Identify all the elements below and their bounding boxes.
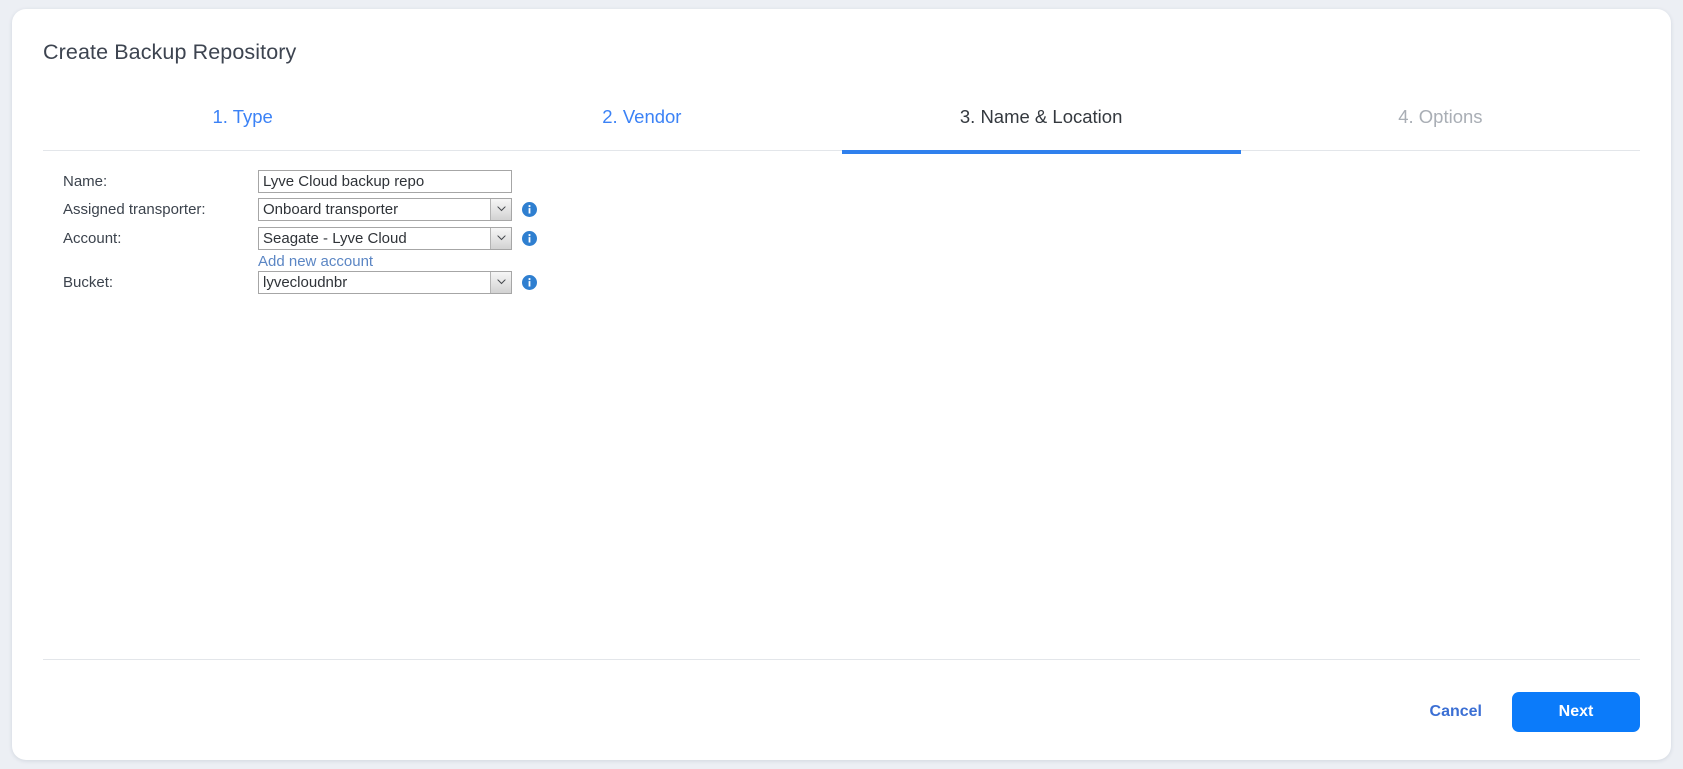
cancel-button[interactable]: Cancel — [1426, 697, 1486, 727]
assigned-transporter-label: Assigned transporter: — [63, 200, 206, 218]
dialog-footer: Cancel Next — [1426, 692, 1640, 732]
tab-options-label: 4. Options — [1398, 106, 1483, 127]
tab-type[interactable]: 1. Type — [43, 97, 442, 150]
name-control — [258, 169, 512, 193]
wizard-step-tabs: 1. Type 2. Vendor 3. Name & Location 4. … — [43, 97, 1640, 154]
next-button[interactable]: Next — [1512, 692, 1640, 732]
chevron-down-icon[interactable] — [490, 198, 511, 220]
info-icon[interactable] — [522, 274, 537, 290]
tab-vendor-label: 2. Vendor — [602, 106, 682, 127]
name-label: Name: — [63, 172, 108, 190]
tab-type-label: 1. Type — [212, 106, 273, 127]
tab-name-and-location[interactable]: 3. Name & Location — [841, 97, 1242, 154]
bucket-select[interactable]: lyvecloudnbr — [258, 270, 512, 294]
assigned-transporter-value: Onboard transporter — [263, 200, 399, 218]
bucket-label: Bucket: — [63, 273, 114, 291]
name-and-location-form: Name: Assigned transporter: Onboard tran… — [43, 152, 1640, 660]
info-icon[interactable] — [522, 201, 537, 217]
chevron-down-icon[interactable] — [490, 227, 511, 249]
add-new-account-link[interactable]: Add new account — [258, 253, 373, 270]
bucket-value: lyvecloudnbr — [263, 273, 348, 291]
tab-name-and-location-label: 3. Name & Location — [959, 106, 1123, 127]
tab-vendor[interactable]: 2. Vendor — [442, 97, 841, 150]
account-value: Seagate - Lyve Cloud — [263, 229, 407, 247]
assigned-transporter-control: Onboard transporter — [258, 197, 537, 221]
footer-divider — [43, 659, 1640, 660]
tab-options: 4. Options — [1241, 97, 1640, 150]
name-input[interactable] — [258, 169, 512, 193]
account-select[interactable]: Seagate - Lyve Cloud — [258, 226, 512, 250]
account-control: Seagate - Lyve Cloud — [258, 226, 537, 250]
account-label: Account: — [63, 229, 122, 247]
create-backup-repository-dialog: Create Backup Repository 1. Type 2. Vend… — [12, 9, 1671, 760]
assigned-transporter-select[interactable]: Onboard transporter — [258, 197, 512, 221]
page-title: Create Backup Repository — [43, 40, 297, 64]
bucket-control: lyvecloudnbr — [258, 270, 537, 294]
info-icon[interactable] — [522, 230, 537, 246]
chevron-down-icon[interactable] — [490, 271, 511, 293]
